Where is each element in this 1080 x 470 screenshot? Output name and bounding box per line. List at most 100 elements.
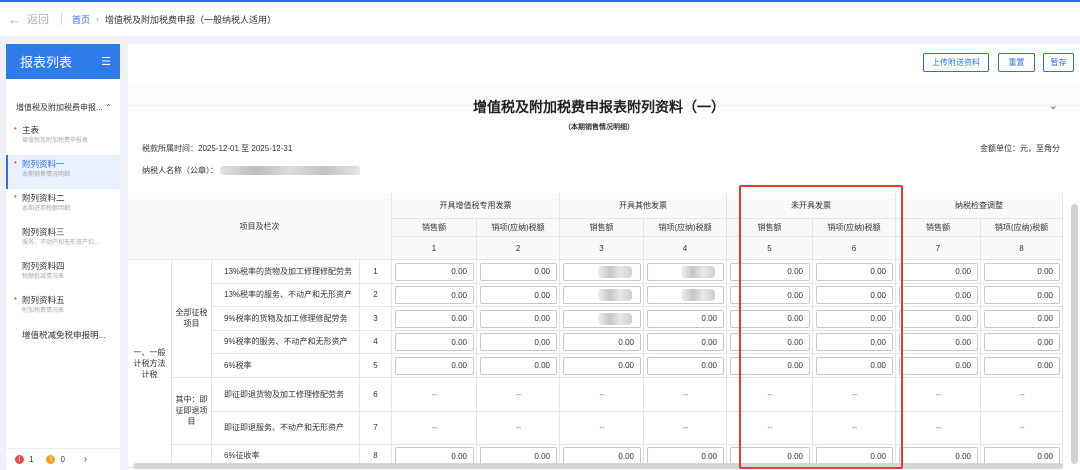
- amount-input[interactable]: 0.00: [395, 356, 474, 375]
- amount-input[interactable]: 0.00: [480, 333, 557, 352]
- amount-input[interactable]: 0.00: [647, 333, 724, 352]
- amount-input[interactable]: 0.00: [480, 309, 557, 328]
- column-number: 4: [644, 237, 727, 260]
- sidebar-item-label: 附列资料一: [22, 159, 65, 169]
- amount-input[interactable]: 0.00: [984, 356, 1060, 375]
- vertical-scrollbar[interactable]: [1071, 204, 1078, 464]
- amount-input[interactable]: 0.00: [899, 262, 978, 281]
- amount-input[interactable]: 0.00: [730, 286, 810, 305]
- sidebar-item-label: 附列资料二: [22, 193, 65, 203]
- empty-cell-value: --: [515, 423, 522, 432]
- menu-collapse-icon[interactable]: ☰: [101, 55, 111, 68]
- amount-input[interactable]: 0.00: [480, 286, 557, 305]
- column-number: 8: [981, 237, 1063, 260]
- amount-input[interactable]: 0.00: [816, 356, 893, 375]
- amount-input[interactable]: 0.00: [816, 309, 893, 328]
- sidebar-item-6[interactable]: • 附列资料五 附加税费情况表: [6, 291, 120, 325]
- sidebar-item-2[interactable]: • 附列资料一 本期销售情况明细: [6, 155, 120, 189]
- sidebar-group-vat[interactable]: 增值税及附加税费申报... ⌃: [6, 93, 120, 121]
- amount-input[interactable]: 0.00: [899, 333, 978, 352]
- error-count: 1: [29, 455, 34, 464]
- sidebar-item-sublabel: 附加税费情况表: [22, 308, 65, 314]
- amount-input[interactable]: 0.00: [899, 309, 978, 328]
- amount-input[interactable]: 0.00: [647, 309, 724, 328]
- sidebar-title: 报表列表: [20, 55, 73, 70]
- sidebar-item-sublabel: 增值税及附加税费申报表: [22, 138, 89, 144]
- chevron-down-icon[interactable]: ⌄: [1049, 99, 1058, 112]
- column-header: 销售额: [896, 219, 981, 237]
- amount-input[interactable]: 0.00: [730, 333, 810, 352]
- amount-input[interactable]: 0.00: [984, 286, 1060, 305]
- empty-cell-value: --: [515, 389, 522, 399]
- row-number: 5: [360, 354, 392, 378]
- empty-cell-value: --: [431, 389, 438, 399]
- amount-input[interactable]: 0.00: [984, 309, 1060, 328]
- required-star-icon: •: [14, 124, 17, 133]
- taxpayer-name: 纳税人名称（公章）：: [142, 165, 360, 176]
- divider: [61, 13, 62, 25]
- subsection-label: 其中：即征即退项目: [172, 377, 212, 445]
- chevron-up-icon[interactable]: ⌃: [105, 103, 112, 112]
- amount-input[interactable]: 0.00: [730, 309, 810, 328]
- row-label: 13%税率的货物及加工修理修配劳务: [212, 260, 360, 284]
- sidebar-item-label: 附列资料四: [22, 261, 65, 271]
- back-label: 返回: [27, 14, 49, 26]
- amount-input[interactable]: 0.00: [480, 356, 557, 375]
- amount-input[interactable]: 0.00: [563, 356, 641, 375]
- top-bar: ← 返回 首页 › 增值税及附加税费申报（一般纳税人适用）: [0, 0, 1080, 36]
- warning-icon[interactable]: !: [46, 455, 56, 464]
- column-group-header: 开具其他发票: [560, 193, 727, 219]
- amount-input[interactable]: 0.00: [395, 333, 474, 352]
- amount-input[interactable]: 0.00: [816, 262, 893, 281]
- save-draft-button[interactable]: 暂存: [1043, 53, 1074, 72]
- empty-cell-value: --: [935, 423, 942, 432]
- next-arrow-icon[interactable]: ›: [84, 454, 87, 465]
- amount-input[interactable]: 0.00: [647, 356, 724, 375]
- sidebar-item-tax-relief[interactable]: 增值税减免税申报明...: [6, 325, 120, 341]
- sidebar-item-4[interactable]: 附列资料三 服务、不动产和无形资产扣...: [6, 223, 120, 257]
- reset-button[interactable]: 重置: [998, 53, 1035, 72]
- amount-input[interactable]: 0.00: [816, 333, 893, 352]
- breadcrumb-home[interactable]: 首页: [72, 13, 90, 26]
- amount-input[interactable]: 0.00: [899, 356, 978, 375]
- empty-cell-value: --: [599, 389, 605, 399]
- amount-input[interactable]: 0.00: [899, 286, 978, 305]
- required-star-icon: •: [14, 192, 17, 201]
- amount-input[interactable]: 0.00: [563, 333, 641, 352]
- upload-attachment-button[interactable]: 上传附送资料: [923, 53, 989, 72]
- amount-input[interactable]: 0.00: [395, 262, 474, 281]
- column-header: 销售额: [560, 219, 644, 237]
- warning-count: 0: [60, 455, 65, 464]
- amount-input[interactable]: 0.00: [395, 286, 474, 305]
- sidebar-item-label: 主表: [22, 125, 40, 135]
- sidebar-item-3[interactable]: • 附列资料二 本期进项税额明细: [6, 189, 120, 223]
- amount-input[interactable]: 0.00: [730, 262, 810, 281]
- amount-input[interactable]: 0.00: [816, 286, 893, 305]
- amount-input[interactable]: 0.00: [730, 356, 810, 375]
- error-icon[interactable]: !: [15, 455, 24, 464]
- empty-cell-value: --: [851, 389, 858, 399]
- sidebar-item-5[interactable]: 附列资料四税额抵减情况表: [6, 257, 120, 291]
- back-arrow-icon: ←: [8, 11, 21, 27]
- empty-cell-value: --: [767, 389, 773, 399]
- sidebar-item-1[interactable]: • 主表增值税及附加税费申报表: [6, 121, 120, 155]
- row-number: 2: [360, 283, 392, 307]
- taxpayer-label: 纳税人名称（公章）：: [142, 166, 218, 175]
- empty-cell-value: --: [767, 423, 773, 432]
- horizontal-scrollbar[interactable]: [133, 463, 1063, 469]
- amount-input[interactable]: 0.00: [984, 333, 1060, 352]
- amount-input[interactable]: 0.00: [395, 309, 474, 328]
- sidebar-footer: ! 1 ! 0 ›: [6, 448, 120, 470]
- amount-input[interactable]: 0.00: [480, 262, 557, 281]
- form-title: 增值税及附加税费申报表附列资料（一）: [473, 99, 725, 115]
- breadcrumb-current: 增值税及附加税费申报（一般纳税人适用）: [105, 14, 277, 25]
- column-header: 销项(应纳)税额: [813, 219, 896, 237]
- sidebar-item-sublabel: 税额抵减情况表: [22, 274, 65, 280]
- empty-cell-value: --: [599, 423, 605, 432]
- redacted-value: [681, 265, 715, 278]
- row-number: 3: [360, 307, 392, 331]
- required-star-icon: •: [14, 294, 17, 303]
- back-button[interactable]: ← 返回: [8, 11, 49, 27]
- amount-input[interactable]: 0.00: [984, 262, 1060, 281]
- required-star-icon: •: [14, 158, 17, 167]
